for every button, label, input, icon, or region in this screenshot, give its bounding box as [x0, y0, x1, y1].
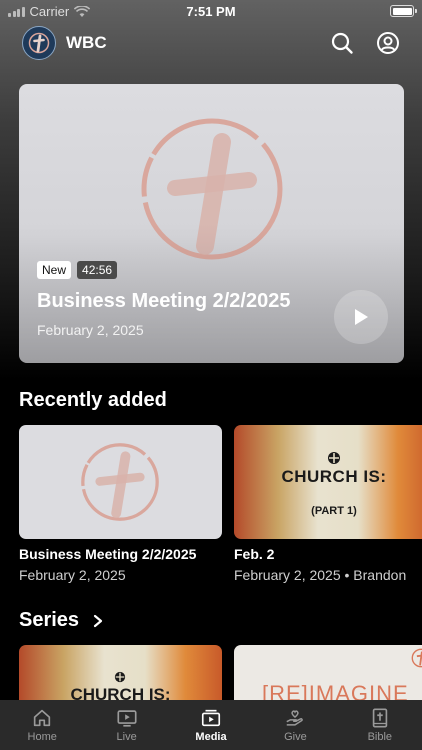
- play-button[interactable]: [334, 290, 388, 344]
- thumbnail-subtitle: (PART 1): [311, 505, 357, 517]
- tab-label: Bible: [367, 731, 393, 743]
- series-card[interactable]: CHURCH IS:: [19, 645, 222, 705]
- chevron-right-icon: [93, 614, 103, 627]
- status-bar: Carrier 7:51 PM: [0, 0, 422, 22]
- tab-home[interactable]: Home: [0, 700, 84, 750]
- cross-logo-icon: [28, 32, 50, 54]
- duration-badge: 42:56: [77, 261, 118, 279]
- media-card-meta: February 2, 2025: [19, 567, 126, 583]
- series-heading-label: Series: [19, 609, 80, 631]
- tab-label: Home: [27, 731, 57, 743]
- bible-icon: [372, 708, 388, 728]
- play-icon: [355, 309, 368, 325]
- cross-logo-icon: [411, 648, 422, 668]
- thumbnail-title: CHURCH IS:: [281, 467, 387, 486]
- media-icon: [201, 709, 221, 727]
- series-card[interactable]: [RE]IMAGINE: [234, 645, 422, 705]
- media-card[interactable]: CHURCH IS: (PART 1): [234, 425, 422, 539]
- battery-icon: [390, 5, 417, 17]
- cross-mark-icon: [328, 452, 340, 464]
- new-badge: New: [37, 261, 72, 279]
- series-heading[interactable]: Series: [19, 609, 103, 632]
- search-icon[interactable]: [330, 31, 354, 55]
- tab-bible[interactable]: Bible: [338, 700, 422, 750]
- profile-icon[interactable]: [376, 31, 400, 55]
- media-card[interactable]: [19, 425, 222, 539]
- tab-bar: Home Live Media Give Bible: [0, 700, 422, 750]
- app-header: WBC: [22, 26, 400, 60]
- give-icon: [286, 710, 304, 726]
- tab-media[interactable]: Media: [169, 700, 253, 750]
- tab-label: Live: [116, 731, 137, 743]
- tab-label: Media: [195, 731, 227, 743]
- church-logo[interactable]: [22, 26, 56, 60]
- featured-media-card[interactable]: New 42:56 Business Meeting 2/2/2025 Febr…: [19, 84, 404, 363]
- media-card-title: Feb. 2: [234, 546, 275, 562]
- hero-date: February 2, 2025: [37, 322, 144, 338]
- live-icon: [117, 710, 137, 727]
- recently-added-heading: Recently added: [19, 389, 167, 411]
- home-icon: [34, 709, 51, 727]
- media-card-meta: February 2, 2025 • Brandon: [234, 567, 407, 583]
- status-time: 7:51 PM: [186, 4, 236, 19]
- tab-label: Give: [284, 731, 307, 743]
- cross-mark-icon: [114, 671, 126, 683]
- cross-logo-icon: [81, 443, 159, 521]
- hero-title: Business Meeting 2/2/2025: [37, 290, 291, 312]
- tab-live[interactable]: Live: [84, 700, 168, 750]
- tab-give[interactable]: Give: [253, 700, 337, 750]
- app-title: WBC: [66, 33, 107, 52]
- media-card-title: Business Meeting 2/2/2025: [19, 546, 197, 562]
